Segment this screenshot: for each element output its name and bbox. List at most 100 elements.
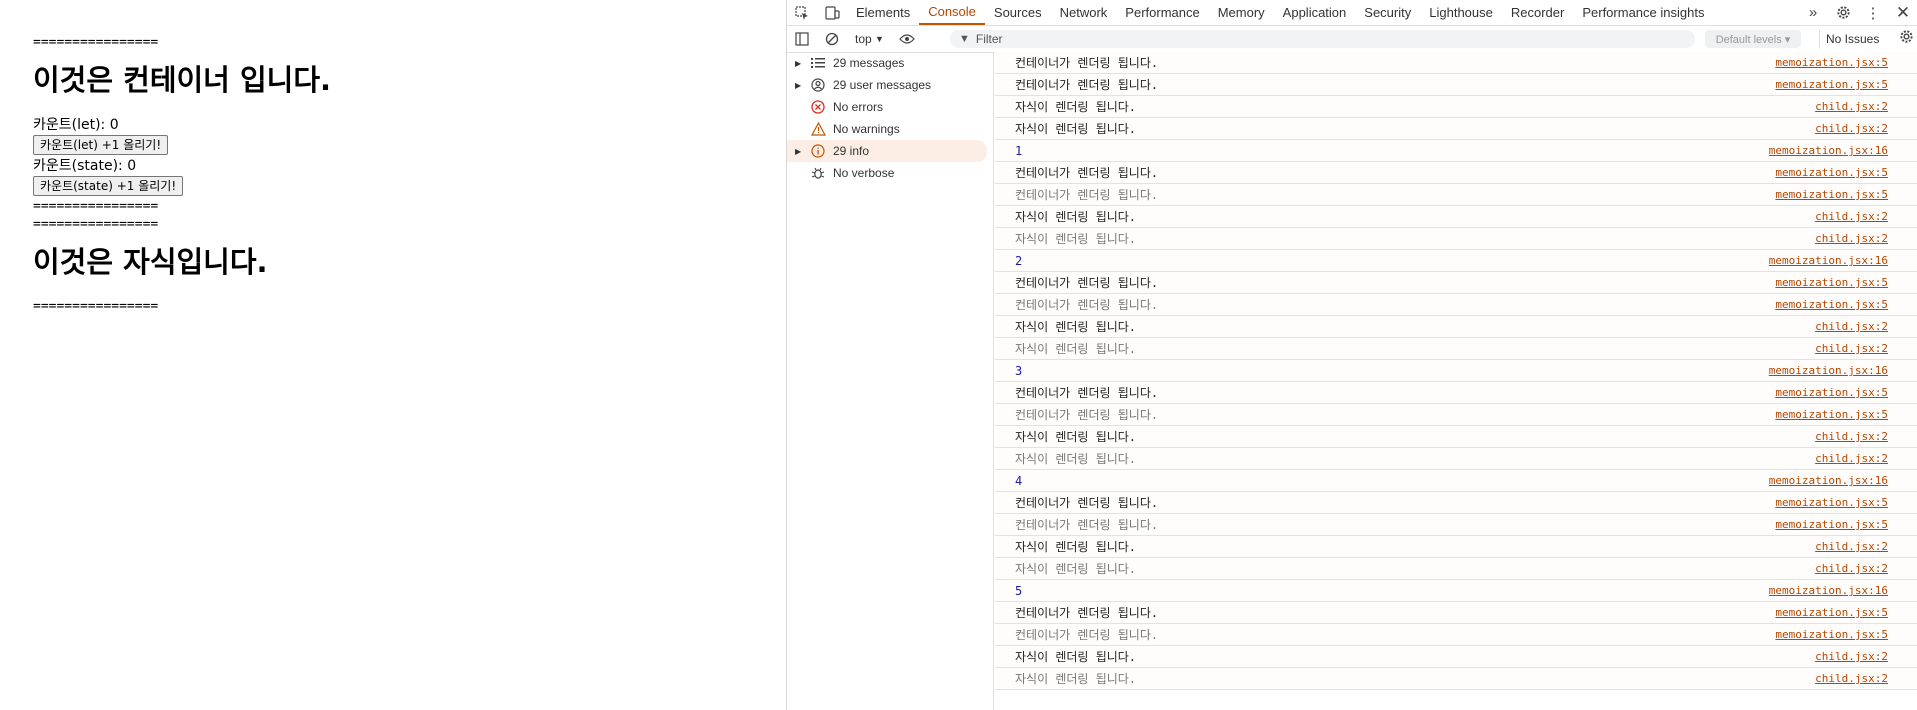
- console-settings-gear-icon[interactable]: [1899, 29, 1914, 44]
- sidebar-item-29-user-messages[interactable]: ▶ 29 user messages: [787, 74, 993, 96]
- source-link[interactable]: child.jsx:2: [1815, 122, 1888, 135]
- source-link[interactable]: child.jsx:2: [1815, 672, 1888, 685]
- console-message-text: 컨테이너가 렌더링 됩니다.: [1015, 188, 1159, 202]
- sidebar-item-no-warnings[interactable]: No warnings: [787, 118, 993, 140]
- console-message-text: 컨테이너가 렌더링 됩니다.: [1015, 386, 1159, 400]
- source-link[interactable]: child.jsx:2: [1815, 452, 1888, 465]
- source-link[interactable]: memoization.jsx:5: [1775, 276, 1888, 289]
- source-link[interactable]: memoization.jsx:5: [1775, 628, 1888, 641]
- tab-sources[interactable]: Sources: [985, 0, 1051, 25]
- source-link[interactable]: child.jsx:2: [1815, 650, 1888, 663]
- clear-console-icon[interactable]: [817, 27, 847, 52]
- console-message-text: 자식이 렌더링 됩니다.: [1015, 452, 1137, 466]
- console-message-text: 컨테이너가 렌더링 됩니다.: [1015, 56, 1159, 70]
- source-link[interactable]: child.jsx:2: [1815, 320, 1888, 333]
- source-link[interactable]: child.jsx:2: [1815, 100, 1888, 113]
- console-message-text: 자식이 렌더링 됩니다.: [1015, 342, 1137, 356]
- filter-input[interactable]: ▼ Filter: [950, 30, 1695, 48]
- source-link[interactable]: memoization.jsx:5: [1775, 78, 1888, 91]
- expand-arrow-icon[interactable]: ▶: [795, 147, 807, 156]
- warning-icon: [807, 122, 829, 136]
- console-message-text: 자식이 렌더링 됩니다.: [1015, 210, 1137, 224]
- expand-arrow-icon[interactable]: ▶: [795, 59, 807, 68]
- context-selector[interactable]: top ▼: [847, 32, 892, 46]
- tab-elements[interactable]: Elements: [847, 0, 919, 25]
- console-message-row: 자식이 렌더링 됩니다. child.jsx:2: [995, 338, 1917, 360]
- tab-performance[interactable]: Performance: [1116, 0, 1208, 25]
- console-message-text: 컨테이너가 렌더링 됩니다.: [1015, 518, 1159, 532]
- console-message-text: 1: [1015, 143, 1023, 158]
- source-link[interactable]: memoization.jsx:5: [1775, 56, 1888, 69]
- console-message-row: 컨테이너가 렌더링 됩니다. memoization.jsx:5: [995, 272, 1917, 294]
- inspect-element-icon[interactable]: [787, 0, 817, 25]
- sidebar-toggle-icon[interactable]: [787, 27, 817, 52]
- increment-let-button[interactable]: 카운트(let) +1 올리기!: [33, 135, 169, 155]
- issues-button[interactable]: No Issues: [1819, 30, 1885, 48]
- more-tabs-icon[interactable]: »: [1798, 0, 1828, 25]
- console-message-row: 자식이 렌더링 됩니다. child.jsx:2: [995, 206, 1917, 228]
- tab-console[interactable]: Console: [919, 0, 985, 25]
- log-levels-dropdown[interactable]: Default levels ▾: [1705, 30, 1801, 48]
- count-let-text: 카운트(let): 0: [33, 117, 119, 133]
- sidebar-item-label: No verbose: [833, 166, 895, 180]
- console-message-row: 컨테이너가 렌더링 됩니다. memoization.jsx:5: [995, 382, 1917, 404]
- tab-security[interactable]: Security: [1355, 0, 1420, 25]
- separator: ================: [33, 217, 159, 232]
- source-link[interactable]: memoization.jsx:5: [1775, 408, 1888, 421]
- sidebar-item-no-verbose[interactable]: No verbose: [787, 162, 993, 184]
- console-message-row: 자식이 렌더링 됩니다. child.jsx:2: [995, 96, 1917, 118]
- source-link[interactable]: memoization.jsx:16: [1769, 254, 1888, 267]
- source-link[interactable]: memoization.jsx:5: [1775, 386, 1888, 399]
- console-message-row: 컨테이너가 렌더링 됩니다. memoization.jsx:5: [995, 52, 1917, 74]
- source-link[interactable]: memoization.jsx:5: [1775, 496, 1888, 509]
- tab-recorder[interactable]: Recorder: [1502, 0, 1573, 25]
- user-icon: [807, 78, 829, 92]
- sidebar-item-29-messages[interactable]: ▶ 29 messages: [787, 52, 993, 74]
- sidebar-item-label: No warnings: [833, 122, 900, 136]
- source-link[interactable]: child.jsx:2: [1815, 430, 1888, 443]
- expand-arrow-icon[interactable]: ▶: [795, 81, 807, 90]
- tab-memory[interactable]: Memory: [1209, 0, 1274, 25]
- console-message-text: 자식이 렌더링 됩니다.: [1015, 562, 1137, 576]
- source-link[interactable]: memoization.jsx:16: [1769, 474, 1888, 487]
- source-link[interactable]: memoization.jsx:5: [1775, 518, 1888, 531]
- device-toggle-icon[interactable]: [817, 0, 847, 25]
- console-message-text: 컨테이너가 렌더링 됩니다.: [1015, 628, 1159, 642]
- increment-state-button[interactable]: 카운트(state) +1 올리기!: [33, 176, 184, 196]
- source-link[interactable]: child.jsx:2: [1815, 540, 1888, 553]
- console-message-text: 자식이 렌더링 됩니다.: [1015, 430, 1137, 444]
- sidebar-item-29-info[interactable]: ▶ 29 info: [787, 140, 987, 162]
- settings-gear-icon[interactable]: [1828, 0, 1858, 25]
- tab-network[interactable]: Network: [1051, 0, 1117, 25]
- source-link[interactable]: memoization.jsx:16: [1769, 364, 1888, 377]
- tab-lighthouse[interactable]: Lighthouse: [1420, 0, 1502, 25]
- close-devtools-icon[interactable]: ✕: [1888, 0, 1917, 25]
- console-message-text: 컨테이너가 렌더링 됩니다.: [1015, 408, 1159, 422]
- dropdown-arrow-icon: ▼: [875, 34, 884, 44]
- console-message-row: 컨테이너가 렌더링 됩니다. memoization.jsx:5: [995, 74, 1917, 96]
- source-link[interactable]: child.jsx:2: [1815, 342, 1888, 355]
- console-message-row: 자식이 렌더링 됩니다. child.jsx:2: [995, 448, 1917, 470]
- source-link[interactable]: memoization.jsx:5: [1775, 298, 1888, 311]
- console-message-text: 자식이 렌더링 됩니다.: [1015, 672, 1137, 686]
- tab-application[interactable]: Application: [1274, 0, 1356, 25]
- source-link[interactable]: memoization.jsx:16: [1769, 584, 1888, 597]
- console-message-row: 컨테이너가 렌더링 됩니다. memoization.jsx:5: [995, 184, 1917, 206]
- source-link[interactable]: child.jsx:2: [1815, 232, 1888, 245]
- console-message-row: 5 memoization.jsx:16: [995, 580, 1917, 602]
- source-link[interactable]: child.jsx:2: [1815, 210, 1888, 223]
- source-link[interactable]: memoization.jsx:5: [1775, 166, 1888, 179]
- count-state-text: 카운트(state): 0: [33, 158, 137, 174]
- sidebar-item-no-errors[interactable]: No errors: [787, 96, 993, 118]
- live-expression-eye-icon[interactable]: [892, 27, 922, 52]
- kebab-menu-icon[interactable]: ⋮: [1858, 0, 1888, 25]
- console-message-text: 3: [1015, 363, 1023, 378]
- source-link[interactable]: memoization.jsx:5: [1775, 188, 1888, 201]
- source-link[interactable]: memoization.jsx:5: [1775, 606, 1888, 619]
- console-message-text: 자식이 렌더링 됩니다.: [1015, 232, 1137, 246]
- source-link[interactable]: memoization.jsx:16: [1769, 144, 1888, 157]
- tab-performance-insights[interactable]: Performance insights: [1573, 0, 1713, 25]
- console-message-row: 자식이 렌더링 됩니다. child.jsx:2: [995, 426, 1917, 448]
- console-message-row: 2 memoization.jsx:16: [995, 250, 1917, 272]
- source-link[interactable]: child.jsx:2: [1815, 562, 1888, 575]
